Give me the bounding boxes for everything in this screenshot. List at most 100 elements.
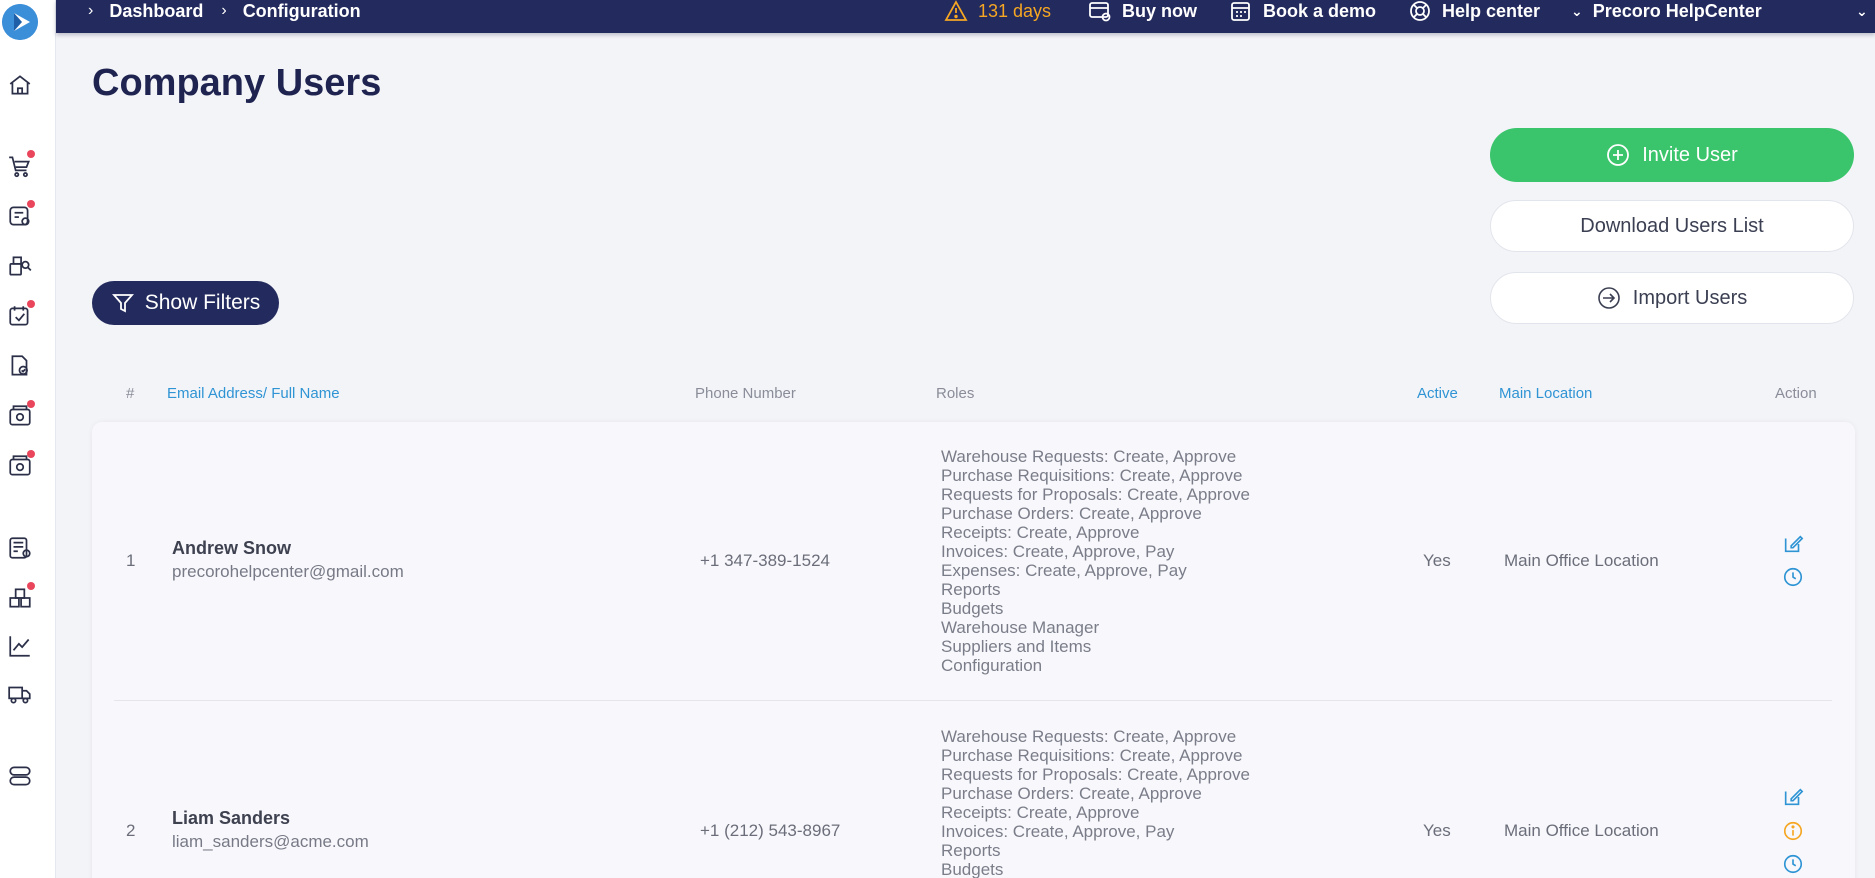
column-header-location[interactable]: Main Location bbox=[1499, 385, 1592, 402]
user-full-name[interactable]: Andrew Snow bbox=[172, 538, 291, 559]
trial-days-label: 131 days bbox=[978, 0, 1052, 21]
row-number: 1 bbox=[126, 551, 136, 570]
history-clock-icon[interactable] bbox=[1782, 853, 1804, 875]
role-item: Purchase Orders: Create, Approve bbox=[941, 504, 1202, 523]
toggle-settings-icon[interactable] bbox=[7, 763, 33, 789]
requisitions-icon[interactable] bbox=[7, 200, 35, 229]
warehouse-icon[interactable] bbox=[7, 582, 35, 611]
role-item: Receipts: Create, Approve bbox=[941, 523, 1140, 542]
invite-user-button[interactable]: Invite User bbox=[1490, 128, 1854, 182]
sidebar bbox=[0, 0, 56, 878]
receipts-icon[interactable] bbox=[7, 353, 33, 379]
role-item: Configuration bbox=[941, 656, 1043, 675]
role-item: Budgets bbox=[941, 599, 1004, 618]
proposals-icon[interactable] bbox=[7, 253, 33, 279]
download-users-list-label: Download Users List bbox=[1580, 214, 1764, 237]
role-item: Invoices: Create, Approve, Pay bbox=[941, 822, 1175, 841]
role-item: Purchase Requisitions: Create, Approve bbox=[941, 746, 1243, 765]
column-header-roles: Roles bbox=[936, 385, 975, 402]
row-divider bbox=[114, 700, 1832, 701]
cart-icon[interactable] bbox=[7, 150, 35, 179]
info-icon[interactable] bbox=[1782, 820, 1804, 842]
wallet-icon bbox=[1089, 2, 1111, 22]
notification-dot bbox=[27, 300, 35, 308]
user-roles: Warehouse Requests: Create, Approve Purc… bbox=[941, 727, 1250, 878]
role-item: Warehouse Requests: Create, Approve bbox=[941, 447, 1237, 466]
user-menu[interactable]: ⌄ bbox=[1856, 0, 1875, 22]
invoices-icon[interactable] bbox=[7, 400, 35, 429]
show-filters-label: Show Filters bbox=[144, 291, 261, 314]
history-clock-icon[interactable] bbox=[1782, 566, 1804, 588]
orders-icon[interactable] bbox=[7, 300, 35, 329]
user-main-location: Main Office Location bbox=[1504, 821, 1659, 840]
column-header-phone: Phone Number bbox=[695, 385, 796, 402]
invite-user-label: Invite User bbox=[1642, 143, 1738, 166]
buy-now-label: Buy now bbox=[1122, 0, 1197, 21]
role-item: Suppliers and Items bbox=[941, 637, 1092, 656]
chevron-right-icon: › bbox=[88, 2, 94, 19]
role-item: Invoices: Create, Approve, Pay bbox=[941, 542, 1175, 561]
user-email: liam_sanders@acme.com bbox=[172, 832, 369, 851]
budgets-icon[interactable] bbox=[7, 535, 33, 561]
analytics-icon[interactable] bbox=[7, 633, 33, 659]
user-active-status: Yes bbox=[1423, 551, 1451, 570]
chevron-right-icon: › bbox=[221, 2, 227, 19]
home-icon[interactable] bbox=[7, 72, 33, 98]
company-switcher[interactable]: ⌄ Precoro HelpCenter bbox=[1571, 0, 1762, 22]
user-email: precorohelpcenter@gmail.com bbox=[172, 562, 404, 581]
notification-dot bbox=[27, 200, 35, 208]
notification-dot bbox=[27, 400, 35, 408]
edit-icon[interactable] bbox=[1782, 786, 1804, 808]
chevron-down-icon: ⌄ bbox=[1571, 2, 1583, 19]
book-demo-link[interactable]: Book a demo bbox=[1229, 0, 1376, 22]
chevron-down-icon: ⌄ bbox=[1856, 2, 1868, 19]
column-header-number: # bbox=[126, 385, 135, 402]
notification-dot bbox=[27, 582, 35, 590]
column-header-email[interactable]: Email Address/ Full Name bbox=[167, 385, 340, 402]
page-title: Company Users bbox=[92, 62, 382, 104]
delivery-truck-icon[interactable] bbox=[7, 681, 33, 707]
import-arrow-icon bbox=[1597, 287, 1620, 309]
role-item: Warehouse Requests: Create, Approve bbox=[941, 727, 1237, 746]
import-users-button[interactable]: Import Users bbox=[1490, 272, 1854, 324]
user-main-location: Main Office Location bbox=[1504, 551, 1659, 570]
download-users-list-button[interactable]: Download Users List bbox=[1490, 200, 1854, 252]
role-item: Budgets bbox=[941, 860, 1004, 878]
edit-icon[interactable] bbox=[1782, 533, 1804, 555]
user-phone: +1 347-389-1524 bbox=[700, 551, 830, 570]
app-logo[interactable] bbox=[2, 4, 38, 40]
show-filters-button[interactable]: Show Filters bbox=[92, 281, 279, 325]
breadcrumb: › Dashboard › Configuration bbox=[88, 0, 379, 22]
top-bar: › Dashboard › Configuration 131 days Buy… bbox=[56, 0, 1875, 33]
expenses-icon[interactable] bbox=[7, 450, 35, 479]
help-center-link[interactable]: Help center bbox=[1408, 0, 1540, 22]
user-phone: +1 (212) 543-8967 bbox=[700, 821, 841, 840]
help-center-label: Help center bbox=[1442, 0, 1541, 21]
notification-dot bbox=[27, 150, 35, 158]
role-item: Receipts: Create, Approve bbox=[941, 803, 1140, 822]
buy-now-link[interactable]: Buy now bbox=[1088, 0, 1197, 22]
user-active-status: Yes bbox=[1423, 821, 1451, 840]
breadcrumb-dashboard[interactable]: Dashboard bbox=[109, 1, 203, 22]
calendar-icon bbox=[1231, 2, 1250, 21]
role-item: Reports bbox=[941, 841, 1001, 860]
lifebuoy-icon bbox=[1410, 1, 1430, 21]
role-item: Requests for Proposals: Create, Approve bbox=[941, 485, 1250, 504]
role-item: Purchase Orders: Create, Approve bbox=[941, 784, 1202, 803]
role-item: Warehouse Manager bbox=[941, 618, 1100, 637]
row-number: 2 bbox=[126, 821, 136, 840]
company-name: Precoro HelpCenter bbox=[1592, 0, 1762, 21]
column-header-action: Action bbox=[1775, 385, 1817, 402]
notification-dot bbox=[27, 450, 35, 458]
warning-icon bbox=[944, 0, 968, 21]
role-item: Expenses: Create, Approve, Pay bbox=[941, 561, 1187, 580]
filter-icon bbox=[111, 294, 134, 313]
column-header-active[interactable]: Active bbox=[1417, 385, 1458, 402]
breadcrumb-configuration[interactable]: Configuration bbox=[243, 1, 361, 22]
trial-days-warning[interactable]: 131 days bbox=[944, 0, 1051, 22]
plus-circle-icon bbox=[1607, 144, 1630, 166]
user-full-name[interactable]: Liam Sanders bbox=[172, 808, 290, 829]
role-item: Reports bbox=[941, 580, 1001, 599]
import-users-label: Import Users bbox=[1632, 286, 1748, 309]
role-item: Requests for Proposals: Create, Approve bbox=[941, 765, 1250, 784]
